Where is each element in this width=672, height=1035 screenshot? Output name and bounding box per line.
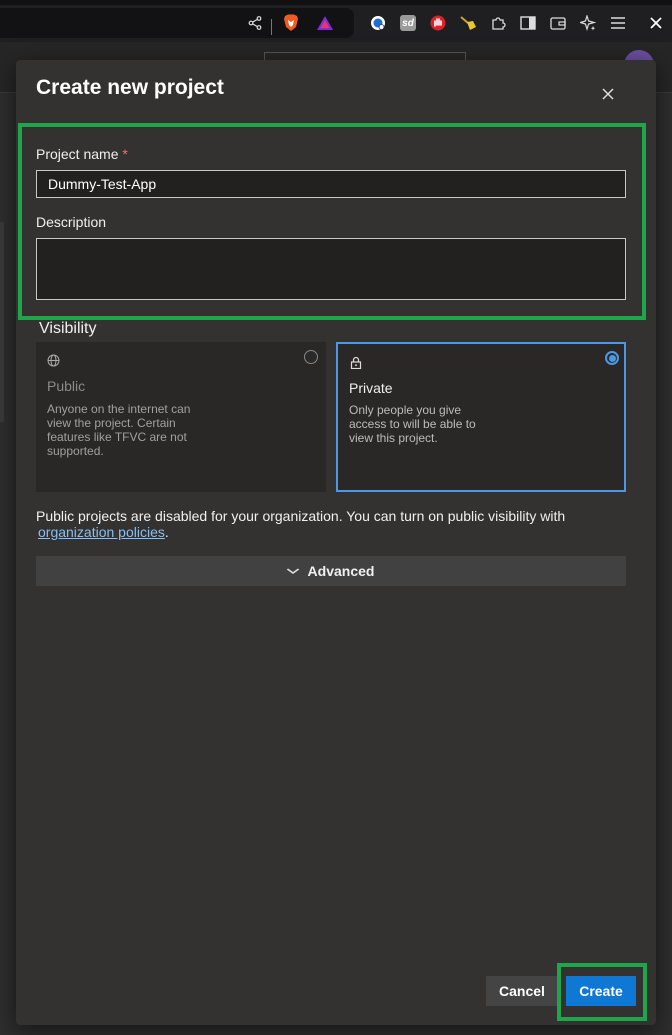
- public-option-title: Public: [47, 378, 86, 394]
- globe-icon: [47, 354, 60, 370]
- sidebar-icon[interactable]: [517, 12, 539, 34]
- dialog-title: Create new project: [36, 76, 224, 99]
- public-disabled-note: Public projects are disabled for your or…: [36, 508, 616, 540]
- project-name-input[interactable]: [36, 170, 626, 198]
- private-option-title: Private: [349, 380, 393, 396]
- note-end: .: [164, 524, 169, 540]
- public-radio[interactable]: [304, 350, 318, 364]
- organization-policies-link[interactable]: organization policies: [38, 524, 165, 540]
- broom-icon[interactable]: [457, 12, 479, 34]
- brave-lion-icon[interactable]: [280, 12, 302, 34]
- visibility-option-private[interactable]: Private Only people you give access to w…: [336, 342, 626, 492]
- sd-extension-icon[interactable]: sd: [397, 12, 419, 34]
- project-name-label: Project name *: [36, 146, 128, 162]
- close-dialog-button[interactable]: [596, 82, 620, 106]
- note-text: Public projects are disabled for your or…: [36, 508, 566, 524]
- close-icon: [602, 83, 614, 106]
- triangle-rewards-icon[interactable]: [314, 12, 336, 34]
- toolbar-divider: [271, 19, 272, 35]
- private-radio[interactable]: [605, 351, 619, 365]
- visibility-option-public[interactable]: Public Anyone on the internet can view t…: [36, 342, 326, 492]
- create-project-dialog: Create new project Project name * Descri…: [16, 60, 656, 1025]
- description-input[interactable]: [36, 238, 626, 300]
- chevron-down-icon: [286, 564, 300, 578]
- description-label: Description: [36, 214, 107, 230]
- advanced-label: Advanced: [307, 563, 375, 579]
- extension-1-icon[interactable]: [367, 12, 389, 34]
- required-marker: *: [122, 146, 128, 162]
- public-option-description: Anyone on the internet can view the proj…: [47, 402, 191, 458]
- puzzle-icon[interactable]: [487, 12, 509, 34]
- cancel-button[interactable]: Cancel: [486, 976, 558, 1006]
- private-option-description: Only people you give access to will be a…: [349, 403, 476, 445]
- lock-icon: [350, 356, 362, 372]
- stop-hand-icon[interactable]: [427, 12, 449, 34]
- browser-toolbar: sd: [0, 5, 672, 42]
- close-window-icon[interactable]: [645, 12, 667, 34]
- project-name-label-text: Project name: [36, 146, 119, 162]
- create-button[interactable]: Create: [566, 976, 636, 1006]
- visibility-label: Visibility: [39, 320, 97, 337]
- wallet-icon[interactable]: [547, 12, 569, 34]
- advanced-toggle-button[interactable]: Advanced: [36, 556, 626, 586]
- page-left-panel: [0, 222, 4, 422]
- ai-sparkle-icon[interactable]: [577, 12, 599, 34]
- share-icon[interactable]: [244, 12, 266, 34]
- menu-icon[interactable]: [607, 12, 629, 34]
